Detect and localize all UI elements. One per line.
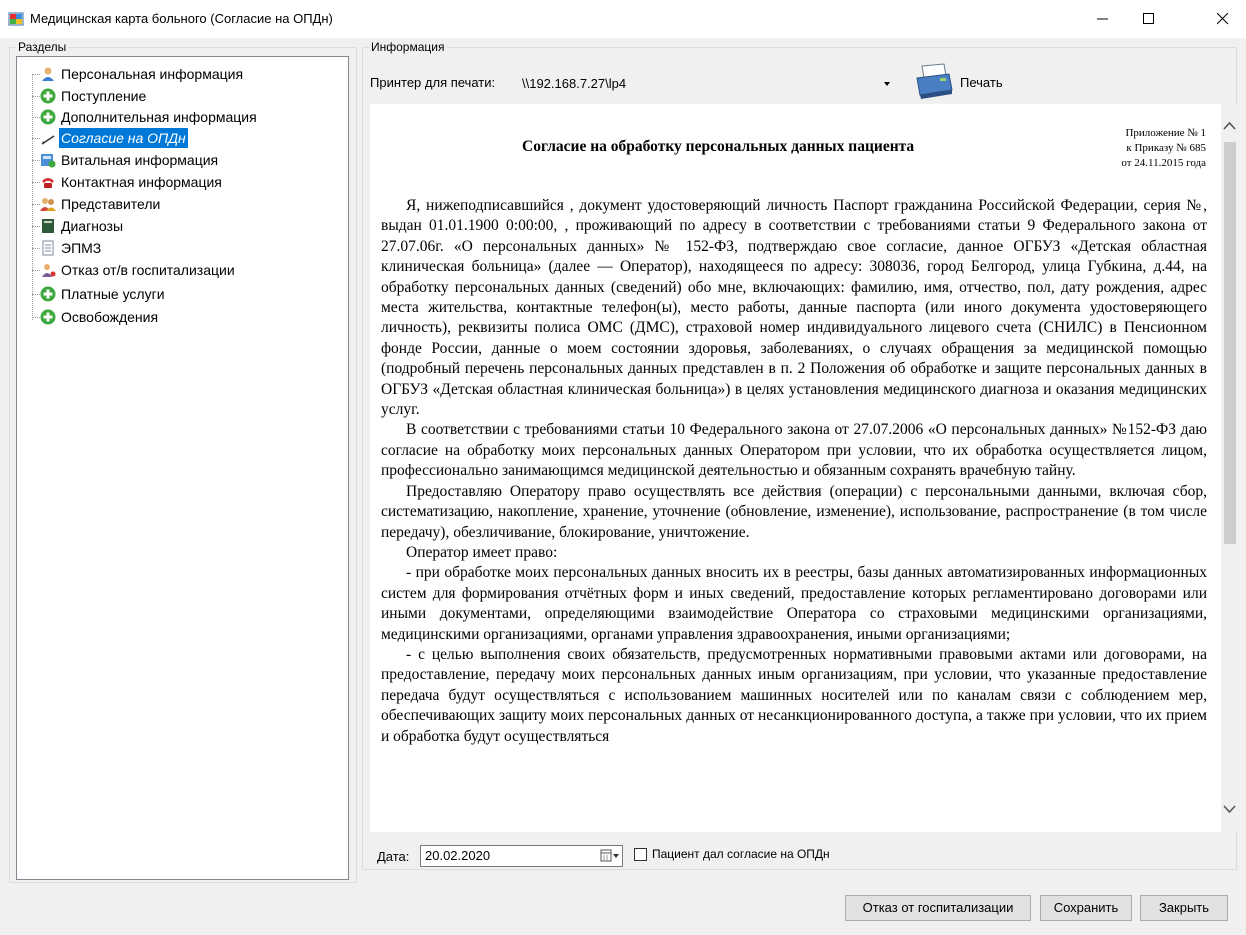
title-bar: Медицинская карта больного (Согласие на … <box>0 0 1246 38</box>
people-icon <box>40 198 56 211</box>
appendix-line: Приложение № 1 <box>1125 127 1206 139</box>
minimize-button[interactable] <box>1080 0 1126 38</box>
sidebar-item-label: Дополнительная информация <box>61 109 257 125</box>
sidebar-item-label: Согласие на ОПДн <box>59 128 188 148</box>
scrollbar-thumb[interactable] <box>1224 142 1236 544</box>
date-value: 20.02.2020 <box>425 848 491 863</box>
document-paragraph: В соответствии с требованиями статьи 10 … <box>381 421 1207 480</box>
sidebar-item-label: Персональная информация <box>61 66 244 82</box>
calendar-icon[interactable] <box>600 848 620 864</box>
vitals-icon <box>41 154 56 168</box>
print-button-label: Печать <box>960 75 1003 90</box>
consent-checkbox[interactable] <box>634 848 647 861</box>
sidebar-item-label: Поступление <box>61 88 147 104</box>
green-plus-icon <box>40 109 56 125</box>
tree-connector <box>32 117 40 118</box>
maximize-button[interactable] <box>1126 0 1172 38</box>
tree-connector <box>32 74 40 75</box>
document-paragraph: - с целью выполнения своих обязательств,… <box>381 645 1207 745</box>
sidebar-item-label: Отказ от/в госпитализации <box>61 262 235 278</box>
print-button[interactable]: Печать <box>910 62 1010 102</box>
green-plus-icon <box>40 88 56 104</box>
green-plus-icon <box>40 286 56 302</box>
window-title: Медицинская карта больного (Согласие на … <box>30 11 333 26</box>
date-picker[interactable]: 20.02.2020 <box>420 845 623 867</box>
tree-connector <box>32 182 40 183</box>
info-legend: Информация <box>369 40 447 54</box>
book-icon <box>42 219 54 233</box>
printer-select[interactable]: \\192.168.7.27\lp4 <box>516 74 896 94</box>
sidebar-item-label: ЭПМЗ <box>61 240 102 256</box>
date-label: Дата: <box>377 849 410 864</box>
refuse-hospitalization-button[interactable]: Отказ от госпитализации <box>845 895 1031 921</box>
app-icon <box>8 12 24 26</box>
document-appendix: Приложение № 1 к Приказу № 685 от 24.11.… <box>1006 126 1206 171</box>
printer-label: Принтер для печати: <box>370 75 496 90</box>
sidebar-item-label: Освобождения <box>61 309 159 325</box>
save-button[interactable]: Сохранить <box>1040 895 1132 921</box>
document-title: Согласие на обработку персональных данны… <box>522 138 915 155</box>
tree-connector <box>32 204 40 205</box>
consent-document[interactable]: Согласие на обработку персональных данны… <box>370 104 1221 832</box>
document-paragraph: - при обработке моих персональных данных… <box>381 564 1207 643</box>
tree-connector <box>32 317 40 318</box>
tree-connector <box>32 294 40 295</box>
appendix-line: к Приказу № 685 <box>1126 142 1206 154</box>
tree-connector <box>32 160 40 161</box>
appendix-line: от 24.11.2015 года <box>1121 157 1206 169</box>
chevron-down-icon <box>884 82 890 86</box>
sidebar-item-label: Контактная информация <box>61 174 222 190</box>
printer-value: \\192.168.7.27\lp4 <box>522 76 627 91</box>
sidebar-item-label: Витальная информация <box>61 152 219 168</box>
consent-checkbox-label[interactable]: Пациент дал согласие на ОПДн <box>652 847 830 861</box>
tree-connector <box>32 248 40 249</box>
close-button[interactable]: Закрыть <box>1140 895 1228 921</box>
chevron-down-icon[interactable] <box>1223 804 1236 814</box>
document-paragraph: Оператор имеет право: <box>406 543 558 561</box>
tree-connector <box>32 74 33 320</box>
document-icon <box>42 240 54 256</box>
chevron-up-icon[interactable] <box>1223 121 1236 131</box>
document-paragraph: Я, нижеподписавшийся , документ удостове… <box>381 197 1207 419</box>
minimize-icon <box>1097 18 1108 20</box>
close-icon <box>1217 13 1229 25</box>
tree-connector <box>32 138 40 139</box>
green-plus-icon <box>40 309 56 325</box>
refusal-icon <box>42 264 56 277</box>
sections-legend: Разделы <box>16 40 69 54</box>
document-body: Я, нижеподписавшийся , документ удостове… <box>381 196 1207 747</box>
document-paragraph: Предоставляю Оператору право осуществлят… <box>381 482 1207 541</box>
sidebar-item-label: Платные услуги <box>61 286 165 302</box>
pen-icon <box>41 135 55 145</box>
sidebar-item-label: Представители <box>61 196 161 212</box>
sidebar-item-label: Диагнозы <box>61 218 124 234</box>
tree-connector <box>32 226 40 227</box>
tree-connector <box>32 96 40 97</box>
maximize-icon <box>1143 13 1154 24</box>
tree-connector <box>32 270 40 271</box>
person-icon <box>42 67 54 81</box>
phone-icon <box>42 178 54 188</box>
close-window-button[interactable] <box>1200 0 1246 38</box>
printer-icon <box>916 63 953 99</box>
